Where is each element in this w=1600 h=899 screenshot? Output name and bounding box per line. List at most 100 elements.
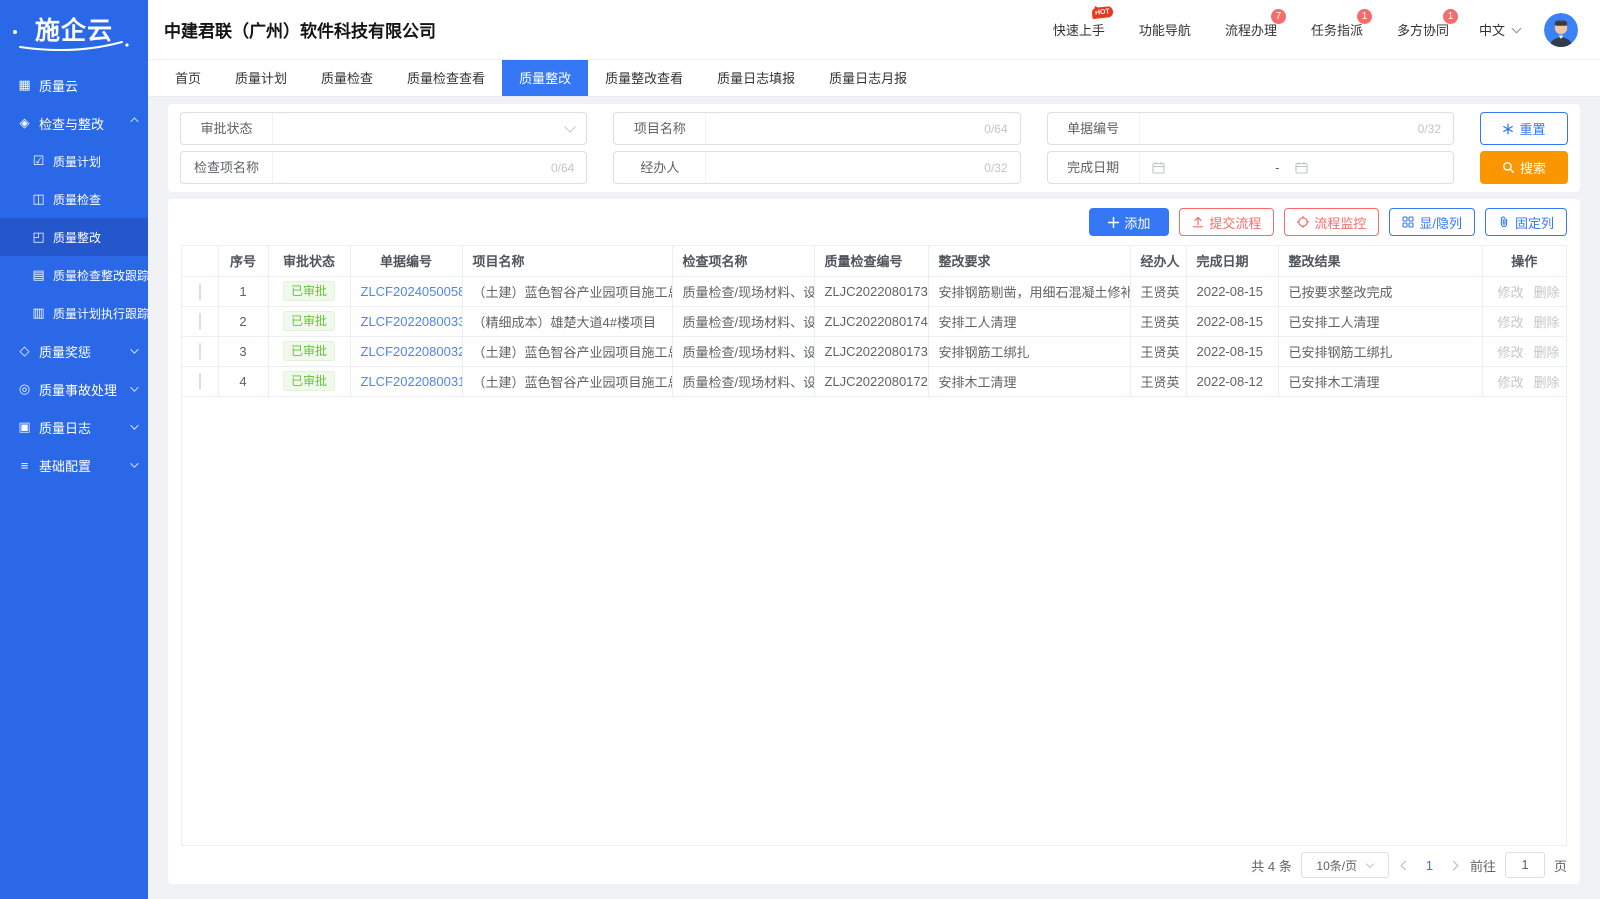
sidebar-item-11[interactable]: ≡基础配置 (0, 446, 148, 484)
tab-2[interactable]: 质量计划 (218, 60, 304, 96)
clipboard-check-icon: ☑ (30, 153, 47, 169)
nav-item-2[interactable]: 功能导航 (1139, 20, 1191, 39)
calendar-icon (1295, 161, 1308, 174)
page-size-select[interactable]: 10条/页 (1301, 852, 1389, 878)
tab-4[interactable]: 质量检查查看 (390, 60, 502, 96)
doc-code-link[interactable]: ZLCF2022080033 (361, 314, 463, 329)
delete-button[interactable]: 删除 (1534, 315, 1560, 330)
char-counter: 0/32 (1418, 122, 1441, 136)
cell-result: 已安排工人清理 (1278, 306, 1482, 336)
cell-seq: 2 (218, 306, 268, 336)
checkbox-cell (182, 336, 218, 366)
column-header-5: 项目名称 (462, 246, 672, 276)
tab-5[interactable]: 质量整改 (502, 60, 588, 96)
tab-7[interactable]: 质量日志填报 (700, 60, 812, 96)
row-checkbox[interactable] (199, 283, 201, 300)
goto-page-input[interactable]: 1 (1505, 852, 1545, 878)
show-hide-columns-button[interactable]: 显/隐列 (1389, 208, 1475, 236)
checkbox-cell (182, 276, 218, 306)
filter-handler[interactable]: 经办人 0/32 (613, 151, 1020, 184)
cell-status: 已审批 (268, 306, 350, 336)
status-badge: 已审批 (283, 371, 335, 391)
filter-doc-no[interactable]: 单据编号 0/32 (1047, 112, 1454, 145)
cell-handler: 王贤英 (1130, 306, 1186, 336)
row-checkbox[interactable] (199, 313, 201, 330)
pin-columns-button[interactable]: 固定列 (1485, 208, 1567, 236)
sidebar-item-7[interactable]: ▥质量计划执行跟踪 (0, 294, 148, 332)
goto-label: 前往 (1470, 856, 1496, 875)
date-range-separator: - (1275, 160, 1279, 175)
chevron-up-icon (130, 117, 138, 125)
user-avatar[interactable] (1544, 13, 1578, 47)
tab-6[interactable]: 质量整改查看 (588, 60, 700, 96)
prev-page-button[interactable] (1400, 860, 1410, 870)
table-row: 4已审批ZLCF2022080031（土建）蓝色智谷产业园项目施工总承包...质… (182, 366, 1566, 396)
flow-monitor-button[interactable]: 流程监控 (1284, 208, 1379, 236)
nav-item-3[interactable]: 流程办理7 (1225, 20, 1277, 39)
current-page[interactable]: 1 (1422, 858, 1437, 873)
hot-badge: HOT (1092, 6, 1114, 19)
cell-result: 已安排木工清理 (1278, 366, 1482, 396)
sidebar-item-8[interactable]: ◇质量奖惩 (0, 332, 148, 370)
doc-code-link[interactable]: ZLCF2022080031 (361, 374, 463, 389)
cell-handler: 王贤英 (1130, 336, 1186, 366)
cell-date: 2022-08-12 (1186, 366, 1278, 396)
sidebar-item-9[interactable]: ◎ 质量事故处理 (0, 370, 148, 408)
next-page-button[interactable] (1449, 860, 1459, 870)
row-checkbox[interactable] (199, 343, 201, 360)
reset-button[interactable]: 重置 (1480, 112, 1568, 145)
delete-button[interactable]: 删除 (1534, 285, 1560, 300)
sidebar-item-6[interactable]: ▤质量检查整改跟踪 (0, 256, 148, 294)
edit-button[interactable]: 修改 (1498, 345, 1524, 360)
filter-label: 经办人 (614, 152, 706, 183)
delete-button[interactable]: 删除 (1534, 375, 1560, 390)
sidebar-item-2[interactable]: ◈检查与整改 (0, 104, 148, 142)
sidebar-item-label: 质量事故处理 (39, 380, 117, 399)
column-header-8: 整改要求 (928, 246, 1130, 276)
cell-handler: 王贤英 (1130, 276, 1186, 306)
submit-flow-button[interactable]: 提交流程 (1179, 208, 1274, 236)
sidebar-item-10[interactable]: ▣质量日志 (0, 408, 148, 446)
nav-item-1[interactable]: 快速上手HOT (1053, 20, 1105, 39)
cell-date: 2022-08-15 (1186, 336, 1278, 366)
filter-label: 检查项名称 (181, 152, 273, 183)
edit-button[interactable]: 修改 (1498, 285, 1524, 300)
sidebar-item-3[interactable]: ☑质量计划 (0, 142, 148, 180)
sidebar-item-1[interactable]: ▦质量云 (0, 66, 148, 104)
sidebar-item-4[interactable]: ◫质量检查 (0, 180, 148, 218)
sidebar-item-label: 基础配置 (39, 456, 91, 475)
table-body: 1已审批ZLCF2024050058（土建）蓝色智谷产业园项目施工总承包...质… (182, 276, 1566, 396)
table-row: 3已审批ZLCF2022080032（土建）蓝色智谷产业园项目施工总承包...质… (182, 336, 1566, 366)
add-button[interactable]: 添加 (1089, 208, 1169, 236)
filter-project-name[interactable]: 项目名称 0/64 (613, 112, 1020, 145)
filter-item-name[interactable]: 检查项名称 0/64 (180, 151, 587, 184)
edit-button[interactable]: 修改 (1498, 315, 1524, 330)
tab-3[interactable]: 质量检查 (304, 60, 390, 96)
edit-button[interactable]: 修改 (1498, 375, 1524, 390)
top-header: 中建君联（广州）软件科技有限公司 快速上手HOT功能导航流程办理7任务指派1多方… (148, 0, 1600, 60)
monitor-icon (1297, 216, 1309, 228)
delete-button[interactable]: 删除 (1534, 345, 1560, 360)
language-switcher[interactable]: 中文 (1479, 20, 1520, 39)
nav-item-5[interactable]: 多方协同1 (1397, 20, 1449, 39)
show-hide-columns-label: 显/隐列 (1419, 213, 1462, 232)
doc-code-link[interactable]: ZLCF2024050058 (361, 284, 463, 299)
row-checkbox[interactable] (199, 373, 201, 390)
filter-approval-status[interactable]: 审批状态 (180, 112, 587, 145)
target-icon: ◎ (16, 381, 33, 397)
cell-status: 已审批 (268, 276, 350, 306)
cell-requirement: 安排钢筋工绑扎 (928, 336, 1130, 366)
filter-panel: 审批状态 项目名称 0/64 单据编号 0/32 重置 检查项名称 0/64 (168, 104, 1580, 192)
reset-label: 重置 (1519, 119, 1545, 138)
tab-1[interactable]: 首页 (158, 60, 218, 96)
sidebar-item-label: 检查与整改 (39, 114, 104, 133)
doc-code-link[interactable]: ZLCF2022080032 (361, 344, 463, 359)
tab-8[interactable]: 质量日志月报 (812, 60, 924, 96)
nav-item-4[interactable]: 任务指派1 (1311, 20, 1363, 39)
search-button[interactable]: 搜索 (1480, 151, 1568, 184)
sidebar-item-5[interactable]: ◰质量整改 (0, 218, 148, 256)
cell-item: 质量检查/现场材料、设备... (672, 366, 814, 396)
filter-finish-date[interactable]: 完成日期 - (1047, 151, 1454, 184)
table-header-row: 序号审批状态单据编号项目名称检查项名称质量检查编号整改要求经办人完成日期整改结果… (182, 246, 1566, 276)
table-toolbar: 添加 提交流程 流程监控 (181, 206, 1567, 245)
